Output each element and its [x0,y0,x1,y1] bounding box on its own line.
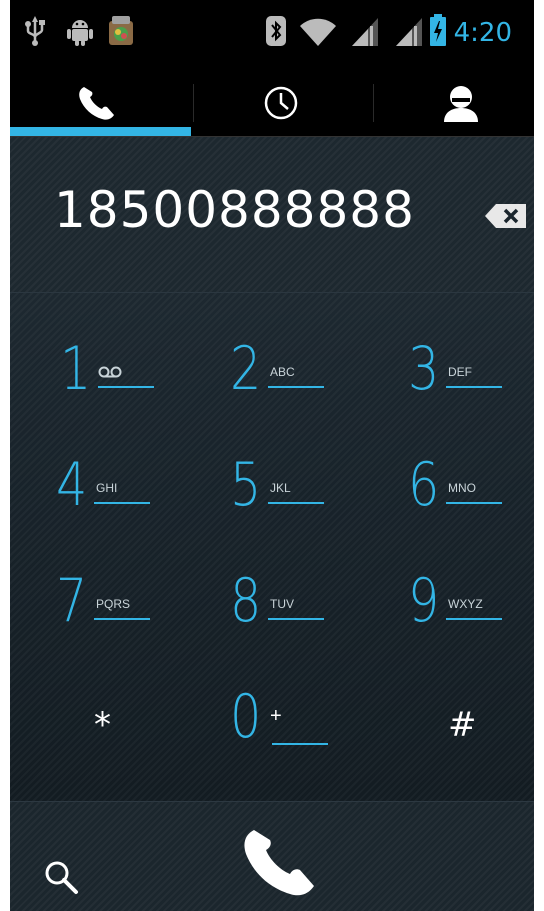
key-letters: TUV [270,597,294,611]
key-3[interactable]: 3 DEF [408,339,534,439]
tab-call-log[interactable] [194,70,368,136]
dial-area: 18500888888 1 2 ABC 3 DEF 4 GHI 5 JKL 6 … [10,137,534,801]
key-4[interactable]: 4 GHI [56,455,216,555]
battery-charging-icon [430,14,446,46]
key-digit: 3 [408,334,440,404]
key-digit: 5 [230,450,262,520]
phone-icon [79,87,114,120]
key-underline [446,618,502,620]
key-underline [268,386,324,388]
key-letters: DEF [448,365,472,379]
tab-selected-indicator [10,127,191,136]
key-letters: MNO [448,481,476,495]
call-icon[interactable] [242,826,318,898]
clock-icon [264,86,298,120]
key-star[interactable]: * [84,687,244,787]
wifi-icon [300,18,336,46]
key-underline [446,502,502,504]
key-digit: 1 [60,334,92,404]
key-digit: 2 [230,334,262,404]
app-notification-icon [109,16,133,45]
key-digit: * [94,705,111,745]
key-underline [98,386,154,388]
status-bar: 4:20 [10,0,534,70]
key-2[interactable]: 2 ABC [230,339,390,439]
key-6[interactable]: 6 MNO [408,455,534,555]
key-8[interactable]: 8 TUV [230,571,390,671]
tab-bar [10,70,534,137]
search-icon[interactable] [44,860,80,896]
key-underline [268,618,324,620]
key-letters: + [270,705,282,727]
person-icon [444,86,478,122]
clock: 4:20 [453,18,512,48]
key-underline [272,743,328,745]
bluetooth-icon [266,16,286,46]
signal-icon [396,18,422,46]
bottom-bar [10,801,534,911]
tab-contacts[interactable] [374,70,534,136]
key-letters: PQRS [96,597,131,611]
key-digit: 4 [56,450,88,520]
key-digit: 6 [408,450,440,520]
key-digit: 0 [230,682,262,752]
dialed-number: 18500888888 [54,181,415,239]
key-5[interactable]: 5 JKL [230,455,390,555]
key-9[interactable]: 9 WXYZ [408,571,534,671]
key-0[interactable]: 0 + [230,687,390,787]
key-pound[interactable]: # [438,687,534,787]
dialer-screen: 4:20 18500888888 1 2 ABC 3 DEF 4 GHI 5 J… [10,0,534,911]
usb-icon [25,16,45,46]
android-debug-icon [67,20,93,46]
digits-field[interactable]: 18500888888 [10,137,534,293]
key-underline [94,502,150,504]
key-1[interactable]: 1 [60,339,220,439]
backspace-icon[interactable] [484,201,528,231]
key-digit: # [448,705,477,745]
key-letters: ABC [270,365,295,379]
key-underline [446,386,502,388]
key-7[interactable]: 7 PQRS [56,571,216,671]
key-letters: GHI [96,481,118,495]
key-underline [94,618,150,620]
signal-icon [352,18,378,46]
key-letters: JKL [270,481,291,495]
voicemail-icon [98,366,122,378]
key-digit: 8 [230,566,262,636]
key-digit: 7 [56,566,88,636]
key-letters: WXYZ [448,597,483,611]
key-digit: 9 [408,566,440,636]
key-underline [268,502,324,504]
